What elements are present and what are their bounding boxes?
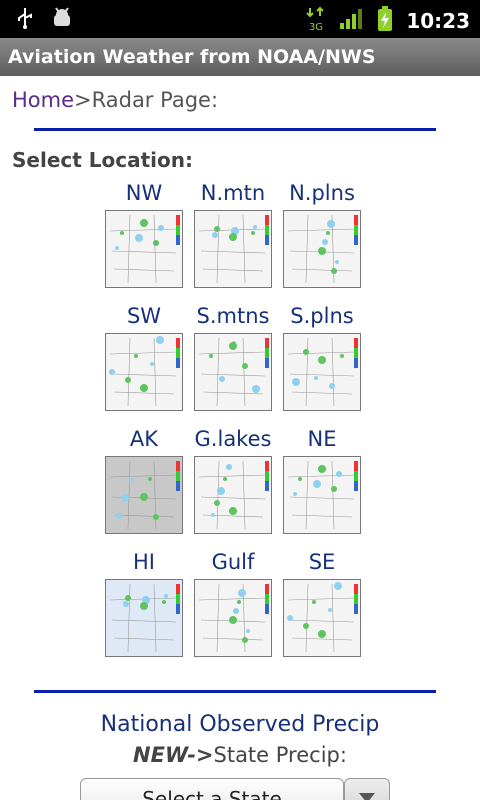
radar-thumbnail[interactable] — [283, 456, 361, 534]
location-cell[interactable]: NE — [282, 426, 362, 534]
location-label[interactable]: S.plns — [282, 303, 362, 329]
home-link[interactable]: Home — [12, 88, 74, 112]
location-cell[interactable]: S.plns — [282, 303, 362, 411]
divider-bottom — [34, 690, 436, 693]
radar-thumbnail[interactable] — [283, 579, 361, 657]
status-bar: 3G 10:23 — [0, 0, 480, 38]
location-cell[interactable]: NW — [104, 180, 184, 288]
breadcrumb-current: >Radar Page: — [74, 88, 219, 112]
radar-thumbnail[interactable] — [105, 210, 183, 288]
radar-thumbnail[interactable] — [105, 333, 183, 411]
svg-text:3G: 3G — [309, 22, 323, 32]
android-debug-icon — [50, 6, 74, 34]
location-label[interactable]: Gulf — [193, 549, 273, 575]
location-cell[interactable]: N.plns — [282, 180, 362, 288]
signal-bars-icon — [338, 7, 364, 35]
location-cell[interactable]: SE — [282, 549, 362, 657]
state-precip-line: NEW->State Precip: — [0, 743, 480, 767]
radar-thumbnail[interactable] — [194, 579, 272, 657]
state-select-dropdown-button[interactable] — [344, 778, 390, 800]
location-label[interactable]: NW — [104, 180, 184, 206]
clock: 10:23 — [406, 9, 470, 33]
radar-thumbnail[interactable] — [194, 456, 272, 534]
location-cell[interactable]: S.mtns — [193, 303, 273, 411]
national-precip-link[interactable]: National Observed Precip — [0, 712, 480, 737]
new-badge: NEW-> — [133, 743, 214, 767]
radar-thumbnail[interactable] — [105, 579, 183, 657]
location-cell[interactable]: SW — [104, 303, 184, 411]
state-select[interactable]: Select a State — [80, 778, 344, 800]
state-precip-label: State Precip: — [213, 743, 347, 767]
location-label[interactable]: AK — [104, 426, 184, 452]
location-label[interactable]: S.mtns — [193, 303, 273, 329]
radar-thumbnail[interactable] — [194, 333, 272, 411]
precip-links: National Observed Precip NEW->State Prec… — [0, 712, 480, 767]
location-cell[interactable]: AK — [104, 426, 184, 534]
page-content: Home>Radar Page: Select Location: NW N.mt… — [0, 76, 480, 800]
radar-thumbnail[interactable] — [105, 456, 183, 534]
location-label[interactable]: SE — [282, 549, 362, 575]
usb-icon — [14, 6, 36, 34]
location-label[interactable]: NE — [282, 426, 362, 452]
location-cell[interactable]: N.mtn — [193, 180, 273, 288]
location-label[interactable]: HI — [104, 549, 184, 575]
location-label[interactable]: N.plns — [282, 180, 362, 206]
location-label[interactable]: G.lakes — [193, 426, 273, 452]
app-title-bar: Aviation Weather from NOAA/NWS — [0, 38, 480, 76]
breadcrumb: Home>Radar Page: — [12, 88, 218, 112]
radar-thumbnail[interactable] — [194, 210, 272, 288]
location-label[interactable]: SW — [104, 303, 184, 329]
signal-3g-icon: 3G — [306, 6, 326, 36]
battery-charging-icon — [376, 6, 394, 36]
radar-thumbnail[interactable] — [283, 210, 361, 288]
select-location-label: Select Location: — [12, 148, 193, 172]
location-cell[interactable]: Gulf — [193, 549, 273, 657]
location-label[interactable]: N.mtn — [193, 180, 273, 206]
divider-top — [34, 128, 436, 131]
radar-thumbnail[interactable] — [283, 333, 361, 411]
location-cell[interactable]: HI — [104, 549, 184, 657]
location-cell[interactable]: G.lakes — [193, 426, 273, 534]
